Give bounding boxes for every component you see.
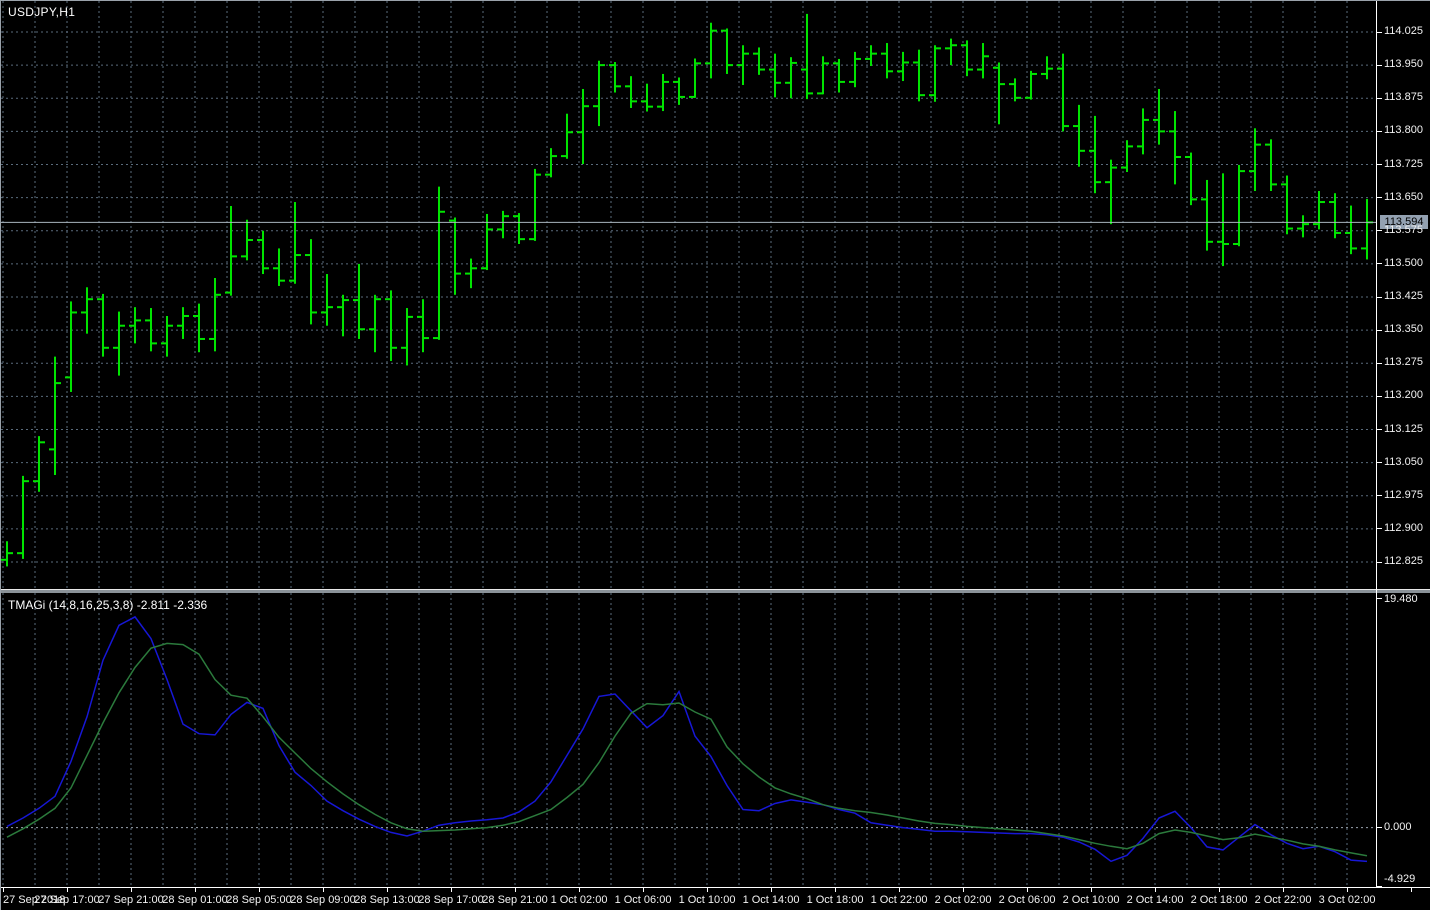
time-tick-label: 1 Oct 10:00 — [679, 894, 736, 906]
price-tick — [1377, 263, 1382, 264]
time-tick-label: 2 Oct 06:00 — [999, 894, 1056, 906]
price-tick — [1377, 396, 1382, 397]
price-tick-label: 113.575 — [1384, 224, 1423, 236]
time-tick-label: 1 Oct 22:00 — [871, 894, 928, 906]
tmagi-signal-green-line — [7, 643, 1367, 855]
price-tick-label: 113.275 — [1384, 356, 1423, 368]
indicator-axis-min: -4.929 — [1384, 873, 1415, 885]
price-axis-line — [1376, 1, 1377, 887]
time-tick — [835, 888, 836, 892]
indicator-axis-zero: 0.000 — [1384, 821, 1412, 833]
time-tick — [3, 888, 4, 892]
price-tick — [1377, 528, 1382, 529]
price-tick — [1377, 131, 1382, 132]
time-tick-label: 28 Sep 17:00 — [418, 894, 483, 906]
time-tick-label: 3 Oct 02:00 — [1319, 894, 1376, 906]
price-tick — [1377, 65, 1382, 66]
time-tick-label: 28 Sep 13:00 — [354, 894, 419, 906]
time-tick — [131, 888, 132, 892]
price-tick — [1377, 164, 1382, 165]
time-tick-label: 1 Oct 06:00 — [615, 894, 672, 906]
symbol-period-label: USDJPY,H1 — [8, 5, 75, 19]
price-tick-label: 114.025 — [1384, 25, 1423, 37]
time-tick — [1411, 888, 1412, 892]
price-tick-label: 113.800 — [1384, 124, 1423, 136]
time-tick — [707, 888, 708, 892]
price-tick-label: 113.050 — [1384, 456, 1423, 468]
price-tick-label: 112.825 — [1384, 555, 1423, 567]
price-tick-label: 113.425 — [1384, 290, 1423, 302]
price-tick-label: 113.200 — [1384, 389, 1423, 401]
time-tick — [451, 888, 452, 892]
time-tick — [1091, 888, 1092, 892]
indicator-panel[interactable] — [1, 593, 1376, 887]
ind-tick-max — [1377, 598, 1382, 599]
price-tick — [1377, 495, 1382, 496]
time-tick — [1219, 888, 1220, 892]
time-tick-label: 1 Oct 14:00 — [743, 894, 800, 906]
time-tick — [643, 888, 644, 892]
price-tick-label: 113.650 — [1384, 191, 1423, 203]
time-tick-label: 28 Sep 21:00 — [482, 894, 547, 906]
time-tick — [579, 888, 580, 892]
price-axis: 113.594 19.480 0.000 -4.929 114.025113.9… — [1376, 1, 1430, 887]
tmagi-main-blue-line — [7, 617, 1367, 862]
price-tick — [1377, 297, 1382, 298]
price-tick-label: 113.950 — [1384, 58, 1423, 70]
time-tick-label: 2 Oct 22:00 — [1255, 894, 1312, 906]
time-tick-label: 2 Oct 18:00 — [1191, 894, 1248, 906]
price-tick-label: 113.125 — [1384, 423, 1423, 435]
mt4-chart-window: USDJPY,H1 TMAGi (14,8,16,25,3,8) -2.811 … — [0, 0, 1430, 910]
time-tick — [195, 888, 196, 892]
time-tick-label: 27 Sep 17:00 — [34, 894, 99, 906]
time-tick-label: 1 Oct 02:00 — [551, 894, 608, 906]
time-tick — [1347, 888, 1348, 892]
price-tick-label: 112.975 — [1384, 489, 1423, 501]
price-tick — [1377, 230, 1382, 231]
time-tick — [899, 888, 900, 892]
time-tick — [387, 888, 388, 892]
price-tick — [1377, 197, 1382, 198]
price-tick — [1377, 363, 1382, 364]
time-tick-label: 2 Oct 10:00 — [1063, 894, 1120, 906]
price-tick — [1377, 32, 1382, 33]
price-tick-label: 113.500 — [1384, 257, 1423, 269]
time-tick — [1027, 888, 1028, 892]
price-tick-label: 113.875 — [1384, 91, 1423, 103]
time-tick-label: 2 Oct 14:00 — [1127, 894, 1184, 906]
time-tick — [963, 888, 964, 892]
time-tick — [1283, 888, 1284, 892]
ind-tick-zero — [1377, 827, 1382, 828]
price-tick — [1377, 462, 1382, 463]
time-tick — [323, 888, 324, 892]
time-tick — [259, 888, 260, 892]
price-tick — [1377, 562, 1382, 563]
time-tick — [515, 888, 516, 892]
time-tick-label: 1 Oct 18:00 — [807, 894, 864, 906]
time-tick — [1155, 888, 1156, 892]
indicator-axis-max: 19.480 — [1384, 593, 1418, 605]
time-tick — [67, 888, 68, 892]
price-tick — [1377, 98, 1382, 99]
price-tick-label: 113.350 — [1384, 323, 1423, 335]
time-tick-label: 28 Sep 09:00 — [290, 894, 355, 906]
time-axis: 27 Sep 201827 Sep 17:0027 Sep 21:0028 Se… — [1, 887, 1430, 910]
price-tick — [1377, 429, 1382, 430]
indicator-label: TMAGi (14,8,16,25,3,8) -2.811 -2.336 — [8, 598, 207, 612]
price-chart-panel[interactable] — [1, 1, 1376, 589]
price-tick-label: 112.900 — [1384, 522, 1423, 534]
price-tick-label: 113.725 — [1384, 158, 1423, 170]
price-tick — [1377, 330, 1382, 331]
time-tick-label: 28 Sep 05:00 — [226, 894, 291, 906]
time-tick-label: 28 Sep 01:00 — [162, 894, 227, 906]
time-tick-label: 27 Sep 21:00 — [98, 894, 163, 906]
time-tick — [771, 888, 772, 892]
time-tick-label: 2 Oct 02:00 — [935, 894, 992, 906]
